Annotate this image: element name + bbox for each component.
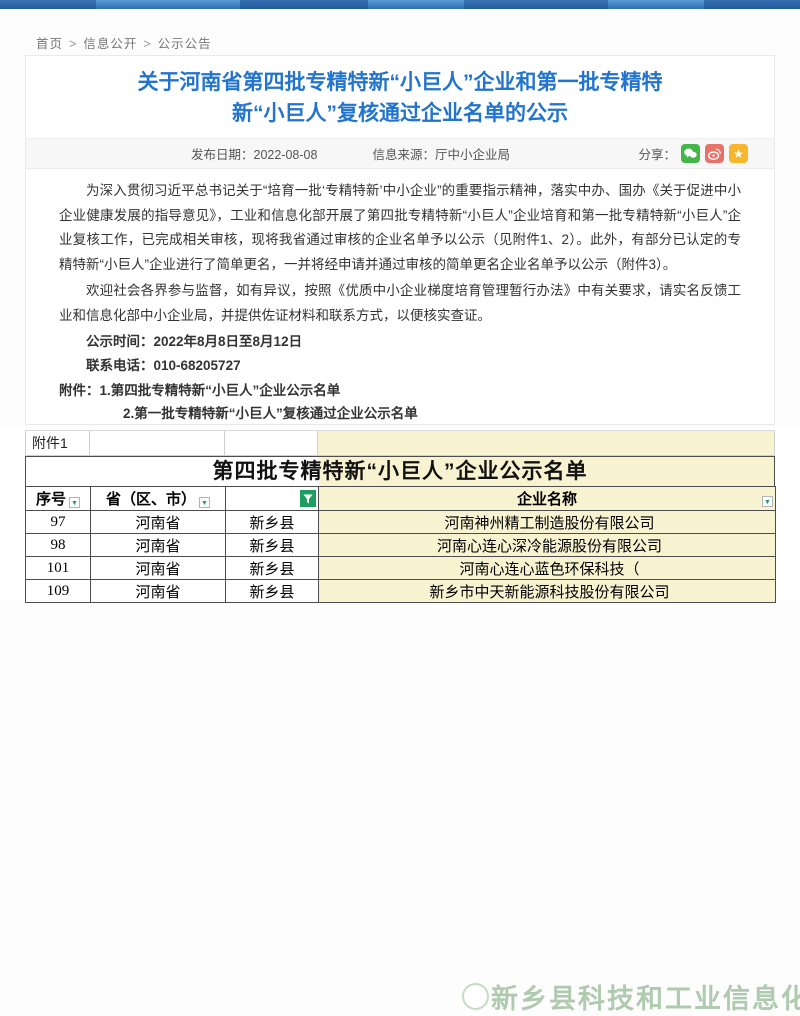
weibo-icon[interactable] bbox=[705, 144, 724, 163]
col-header-seq: 序号▼ bbox=[26, 487, 91, 511]
qzone-star-icon[interactable]: ★ bbox=[729, 144, 748, 163]
attachments-label: 附件： bbox=[59, 383, 100, 398]
breadcrumb-separator: > bbox=[69, 37, 77, 51]
publish-date: 发布日期：2022-08-08 bbox=[191, 144, 317, 163]
breadcrumb-home[interactable]: 首页 bbox=[36, 37, 63, 51]
attachment-sheet-preview: 附件1 第四批专精特新“小巨人”企业公示名单 序号▼ 省（区、市）▼ 企业名称▼ bbox=[0, 428, 800, 600]
table-title: 第四批专精特新“小巨人”企业公示名单 bbox=[25, 456, 775, 486]
share-bar: 分享： ★ bbox=[638, 144, 748, 163]
cell-county: 新乡县 bbox=[226, 580, 319, 603]
article-card: 关于河南省第四批专精特新“小巨人”企业和第一批专精特 新“小巨人”复核通过企业名… bbox=[25, 55, 775, 425]
spreadsheet-grid: 附件1 第四批专精特新“小巨人”企业公示名单 序号▼ 省（区、市）▼ 企业名称▼ bbox=[25, 430, 775, 603]
watermark-text: 新乡县科技和工业信息化局 bbox=[491, 977, 800, 1016]
attachment-corner-label: 附件1 bbox=[25, 431, 90, 455]
breadcrumb-announcements[interactable]: 公示公告 bbox=[158, 37, 212, 51]
dropdown-arrow-icon[interactable]: ▼ bbox=[199, 497, 210, 508]
table-row: 109河南省新乡县新乡市中天新能源科技股份有限公司 bbox=[26, 580, 776, 603]
top-nav-bar bbox=[0, 0, 800, 9]
cell-seq: 109 bbox=[26, 580, 91, 603]
page-title: 关于河南省第四批专精特新“小巨人”企业和第一批专精特 新“小巨人”复核通过企业名… bbox=[100, 67, 700, 129]
breadcrumb-info-disclosure[interactable]: 信息公开 bbox=[83, 37, 137, 51]
dropdown-arrow-icon[interactable]: ▼ bbox=[69, 497, 80, 508]
company-table: 序号▼ 省（区、市）▼ 企业名称▼ 97河南省新乡县河南神州精工制造股份有限公司… bbox=[25, 486, 776, 603]
breadcrumb: 首页 > 信息公开 > 公示公告 bbox=[36, 33, 212, 52]
table-row: 98河南省新乡县河南心连心深冷能源股份有限公司 bbox=[26, 534, 776, 557]
cell-province: 河南省 bbox=[91, 557, 226, 580]
cell-county: 新乡县 bbox=[226, 534, 319, 557]
contact-phone: 联系电话：010-68205727 bbox=[59, 354, 741, 378]
paragraph-2: 欢迎社会各界参与监督，如有异议，按照《优质中小企业梯度培育管理暂行办法》中有关要… bbox=[59, 279, 741, 328]
col-header-company: 企业名称▼ bbox=[319, 487, 776, 511]
info-source: 信息来源：厅中小企业局 bbox=[372, 144, 510, 163]
cell-seq: 98 bbox=[26, 534, 91, 557]
table-row: 97河南省新乡县河南神州精工制造股份有限公司 bbox=[26, 511, 776, 534]
cell-county: 新乡县 bbox=[226, 557, 319, 580]
empty-cell bbox=[90, 431, 225, 455]
empty-cell bbox=[318, 431, 775, 455]
dropdown-arrow-icon[interactable]: ▼ bbox=[762, 496, 773, 507]
page-title-line2: 新“小巨人”复核通过企业名单的公示 bbox=[100, 98, 700, 129]
breadcrumb-separator: > bbox=[143, 37, 151, 51]
cell-company: 河南神州精工制造股份有限公司 bbox=[319, 511, 776, 534]
col-header-province: 省（区、市）▼ bbox=[91, 487, 226, 511]
cell-province: 河南省 bbox=[91, 534, 226, 557]
col-header-county bbox=[226, 487, 319, 511]
cell-province: 河南省 bbox=[91, 580, 226, 603]
cell-county: 新乡县 bbox=[226, 511, 319, 534]
paragraph-1: 为深入贯彻习近平总书记关于“培育一批‘专精特新’中小企业”的重要指示精神，落实中… bbox=[59, 179, 741, 277]
attachment-item-2: 2.第一批专精特新“小巨人”复核通过企业公示名单 bbox=[59, 402, 741, 425]
cell-seq: 101 bbox=[26, 557, 91, 580]
cell-company: 新乡市中天新能源科技股份有限公司 bbox=[319, 580, 776, 603]
table-body: 97河南省新乡县河南神州精工制造股份有限公司98河南省新乡县河南心连心深冷能源股… bbox=[26, 511, 776, 603]
table-header-row: 序号▼ 省（区、市）▼ 企业名称▼ bbox=[26, 487, 776, 511]
table-row: 101河南省新乡县河南心连心蓝色环保科技（ bbox=[26, 557, 776, 580]
page-title-line1: 关于河南省第四批专精特新“小巨人”企业和第一批专精特 bbox=[100, 67, 700, 98]
publicity-time: 公示时间：2022年8月8日至8月12日 bbox=[59, 330, 741, 354]
watermark-logo-icon bbox=[462, 983, 489, 1010]
attachment-item-1: 附件：1.第四批专精特新“小巨人”企业公示名单 bbox=[59, 379, 741, 402]
article-meta-bar: 发布日期：2022-08-08 信息来源：厅中小企业局 分享： ★ bbox=[26, 138, 774, 169]
empty-cell bbox=[225, 431, 318, 455]
cell-company: 河南心连心深冷能源股份有限公司 bbox=[319, 534, 776, 557]
share-label: 分享： bbox=[638, 144, 676, 163]
cell-province: 河南省 bbox=[91, 511, 226, 534]
watermark: 新乡县科技和工业信息化局 bbox=[462, 977, 800, 1016]
wechat-icon[interactable] bbox=[681, 144, 700, 163]
cell-company: 河南心连心蓝色环保科技（ bbox=[319, 557, 776, 580]
active-filter-funnel-icon[interactable] bbox=[300, 490, 316, 507]
cell-seq: 97 bbox=[26, 511, 91, 534]
sheet-corner-row: 附件1 bbox=[25, 430, 775, 456]
